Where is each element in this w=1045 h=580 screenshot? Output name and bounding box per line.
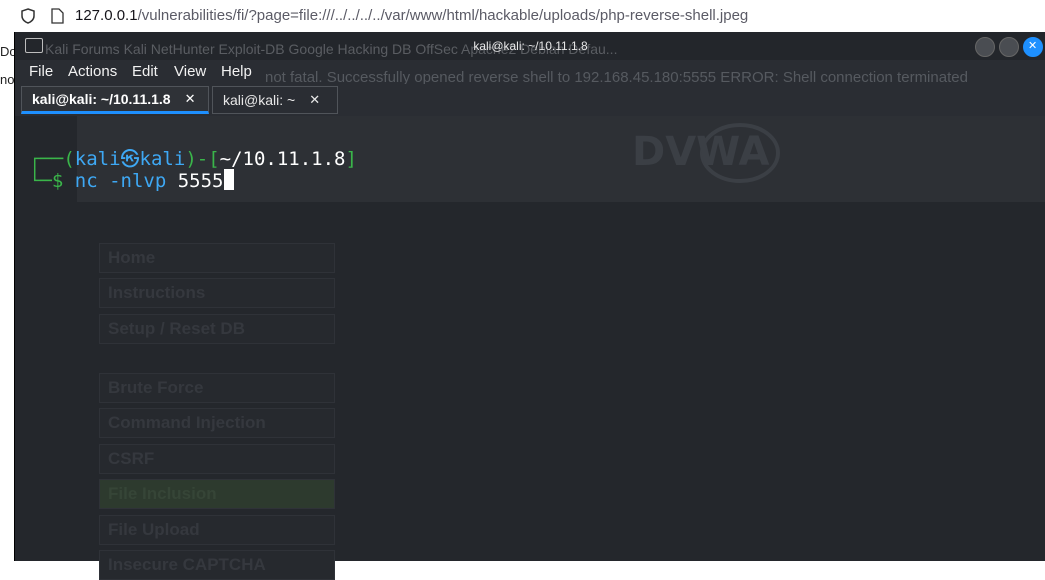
background-text: no xyxy=(0,72,15,87)
terminal-window: Kali Forums Kali NetHunter Exploit-DB Go… xyxy=(14,32,1045,580)
url-host: 127.0.0.1 xyxy=(75,7,138,24)
ghost-menu-item: CSRF xyxy=(99,444,335,474)
background-page-edge: Do no xyxy=(0,32,17,561)
shield-icon[interactable] xyxy=(20,8,36,24)
menu-actions[interactable]: Actions xyxy=(68,63,117,80)
prompt-line-1: ┌──(kali㉿kali)-[~/10.11.1.8] xyxy=(29,148,357,170)
menu-view[interactable]: View xyxy=(174,63,206,80)
browser-url-bar: 127.0.0.1/vulnerabilities/fi/?page=file:… xyxy=(0,0,1045,32)
url-path: /vulnerabilities/fi/?page=file:///../../… xyxy=(137,7,749,24)
ghost-menu-item: Home xyxy=(99,243,335,273)
menu-edit[interactable]: Edit xyxy=(132,63,158,80)
tab-bar: kali@kali: ~/10.11.1.8 ✕ kali@kali: ~ ✕ xyxy=(15,84,1045,116)
tab-label: kali@kali: ~ xyxy=(223,92,296,108)
menu-bar: not fatal. Successfully opened reverse s… xyxy=(15,60,1045,86)
text-cursor xyxy=(223,169,234,190)
ghost-menu-item: Insecure CAPTCHA xyxy=(99,550,335,580)
window-title: kali@kali: ~/10.11.1.8 xyxy=(473,39,588,53)
tab-second[interactable]: kali@kali: ~ ✕ xyxy=(212,86,338,114)
close-button[interactable] xyxy=(1023,37,1043,57)
terminal-output[interactable]: DVWA ┌──(kali㉿kali)-[~/10.11.1.8] └─$ nc… xyxy=(15,116,1045,580)
ghost-menu-item: File Inclusion xyxy=(99,479,335,509)
tab-close-icon[interactable]: ✕ xyxy=(309,92,320,108)
command-port: 5555 xyxy=(177,170,224,192)
minimize-button[interactable] xyxy=(975,37,995,57)
prompt-line-2: └─$ nc -nlvp 5555 xyxy=(29,169,234,192)
tab-active[interactable]: kali@kali: ~/10.11.1.8 ✕ xyxy=(21,86,209,114)
maximize-button[interactable] xyxy=(999,37,1019,57)
command-name: nc xyxy=(74,170,98,192)
ghost-menu-item: Setup / Reset DB xyxy=(99,314,335,344)
url-field[interactable]: 127.0.0.1/vulnerabilities/fi/?page=file:… xyxy=(75,7,748,24)
page-icon xyxy=(51,8,64,24)
menu-help[interactable]: Help xyxy=(221,63,252,80)
tab-close-icon[interactable]: ✕ xyxy=(185,91,196,107)
menu-file[interactable]: File xyxy=(29,63,53,80)
ghost-menu-item: Command Injection xyxy=(99,408,335,438)
ghost-menu-item: Brute Force xyxy=(99,373,335,403)
terminal-titlebar[interactable]: Kali Forums Kali NetHunter Exploit-DB Go… xyxy=(15,32,1045,60)
tab-label: kali@kali: ~/10.11.1.8 xyxy=(32,91,171,107)
ghost-menu-item: Instructions xyxy=(99,278,335,308)
logo-text: DVWA xyxy=(632,129,770,175)
ghost-menu-item: File Upload xyxy=(99,515,335,545)
dvwa-logo: DVWA xyxy=(630,121,780,186)
command-args: -nlvp xyxy=(97,170,178,192)
